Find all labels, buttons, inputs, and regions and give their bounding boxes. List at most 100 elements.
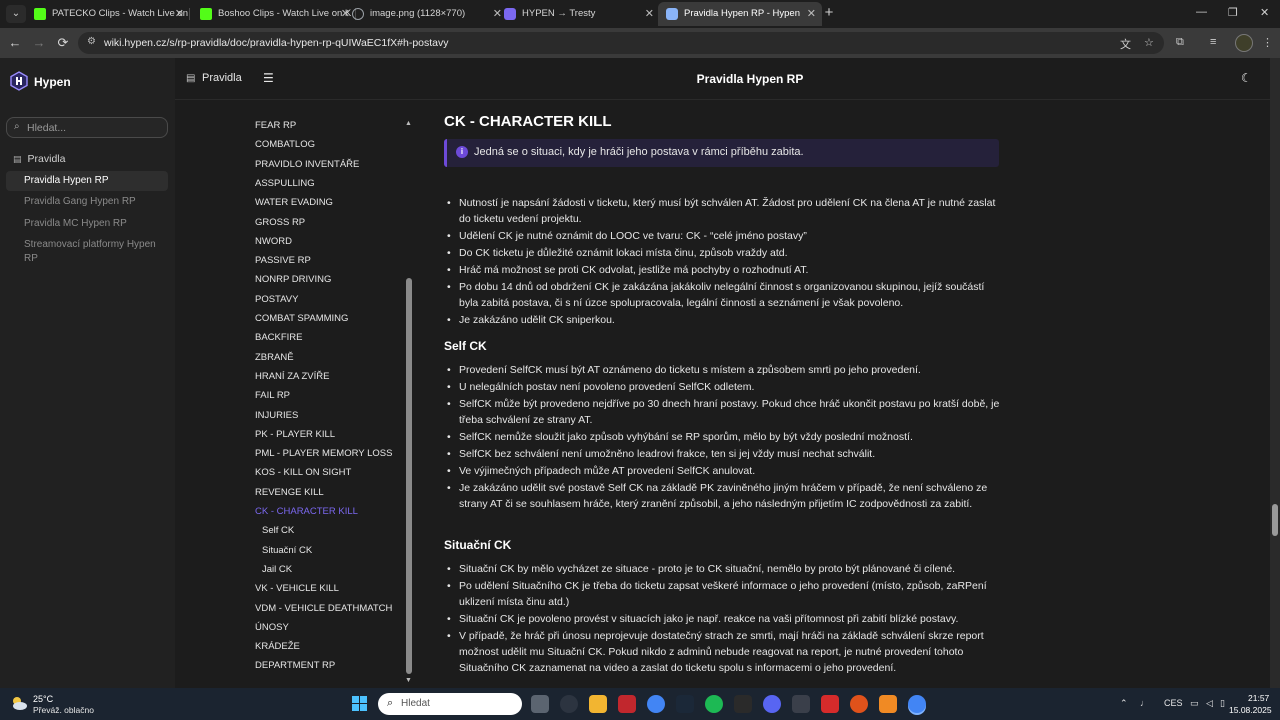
toc-item[interactable]: PASSIVE RP [255,255,311,266]
address-bar[interactable]: ⚙ wiki.hypen.cz/s/rp-pravidla/doc/pravid… [78,32,1164,54]
toc-item[interactable]: NONRP DRIVING [255,274,331,285]
sidebar-section-pravidla[interactable]: ▤ Pravidla [13,153,65,165]
cloud-weather-icon[interactable] [10,695,28,711]
toc-item[interactable]: VK - VEHICLE KILL [255,583,339,594]
toc-item[interactable]: FAIL RP [255,390,290,401]
toc-item[interactable]: KOS - KILL ON SIGHT [255,467,351,478]
profile-avatar[interactable] [1235,34,1253,52]
new-tab-button[interactable]: + [822,4,836,21]
file-explorer-icon[interactable] [589,695,607,713]
forward-button[interactable]: → [31,35,47,51]
toc-item[interactable]: WATER EVADING [255,197,333,208]
search-input[interactable] [27,120,163,135]
weather-temperature[interactable]: 25°C [33,694,53,704]
start-button[interactable] [352,696,368,712]
clock-time[interactable]: 21:57 [1248,693,1269,703]
back-button[interactable]: ← [7,35,23,51]
toc-item[interactable]: Jail CK [262,564,292,575]
toc-item[interactable]: COMBATLOG [255,139,315,150]
app-red-icon[interactable] [618,695,636,713]
tab-patecko-clips[interactable]: PATECKO Clips - Watch Live on ✕ [26,2,190,26]
toc-item[interactable]: POSTAVY [255,294,298,305]
url-text[interactable]: wiki.hypen.cz/s/rp-pravidla/doc/pravidla… [104,32,449,54]
extensions-icon[interactable]: ⧉ [1176,36,1184,49]
sidebar-item-pravidla-mc[interactable]: Pravidla MC Hypen RP [6,217,168,231]
epic-games-icon[interactable] [734,695,752,713]
scroll-up-arrow-icon[interactable]: ▲ [405,120,412,127]
page-scrollbar[interactable] [1270,58,1280,688]
weather-description[interactable]: Převáž. oblačno [33,705,94,715]
toc-item[interactable]: DEPARTMENT RP [255,660,335,671]
toc-item[interactable]: VDM - VEHICLE DEATHMATCH [255,603,392,614]
toc-item[interactable]: REVENGE KILL [255,487,324,498]
toc-item[interactable]: ASSPULLING [255,178,315,189]
toc-item[interactable]: ÚNOSY [255,622,289,633]
translate-icon[interactable]: 文 [1120,36,1131,52]
toc-item[interactable]: BACKFIRE [255,332,303,343]
minimize-button[interactable]: — [1196,6,1207,18]
tab-image-png[interactable]: image.png (1128×770) ✕ [344,2,508,26]
site-info-icon[interactable]: ⚙ [87,36,96,47]
tray-overflow-icon[interactable]: ⌃ [1120,698,1128,709]
battery-icon[interactable]: ▯ [1220,698,1225,709]
steam-icon[interactable] [676,695,694,713]
breadcrumb-space[interactable]: Pravidla [202,72,242,84]
toc-item[interactable]: INJURIES [255,410,298,421]
toc-item[interactable]: GROSS RP [255,217,305,228]
reload-button[interactable]: ⟳ [55,35,71,51]
toc-scrollbar-thumb[interactable] [406,278,412,674]
toc-item[interactable]: FEAR RP [255,120,296,131]
volume-icon[interactable]: ◁ [1206,698,1213,709]
toc-scrollbar[interactable]: ▲ ▼ [405,120,413,684]
scroll-down-arrow-icon[interactable]: ▼ [405,677,412,684]
toc-item[interactable]: HRANÍ ZA ZVÍŘE [255,371,329,382]
menu-toggle-button[interactable]: ☰ [263,71,274,85]
chrome-icon[interactable] [647,695,665,713]
tab-search-button[interactable]: ⌄ [6,5,26,23]
toc-item[interactable]: CK - CHARACTER KILL [255,506,358,517]
brand-name[interactable]: Hypen [34,75,71,89]
tab-close-icon[interactable]: ✕ [807,2,816,26]
clock-date[interactable]: 15.08.2025 [1229,705,1272,715]
app-a-icon[interactable] [879,695,897,713]
toc-item[interactable]: PRAVIDLO INVENTÁŘE [255,159,359,170]
github-icon[interactable] [560,695,578,713]
page-scrollbar-thumb[interactable] [1272,504,1278,536]
tab-pravidla-hypen-rp[interactable]: Pravidla Hypen RP - Hypen ✕ [658,2,822,26]
rule-item: Ve výjimečných případech může AT provede… [444,463,1004,479]
app-dark-icon[interactable] [792,695,810,713]
bookmark-star-icon[interactable]: ☆ [1144,36,1154,49]
sidebar-item-pravidla-hypen-rp[interactable]: Pravidla Hypen RP [6,171,168,191]
task-view-icon[interactable] [531,695,549,713]
rockstar-icon[interactable] [821,695,839,713]
toc-item[interactable]: PML - PLAYER MEMORY LOSS [255,448,392,459]
chrome-menu-icon[interactable]: ⋮ [1262,36,1273,49]
search-box[interactable]: ⌕ [6,117,168,138]
toc-item[interactable]: ZBRANĚ [255,352,294,363]
toc-item[interactable]: NWORD [255,236,292,247]
tab-hypen-tresty[interactable]: HYPEN → Tresty ✕ [496,2,660,26]
toc-item[interactable]: Situační CK [262,545,312,556]
tab-close-icon[interactable]: ✕ [175,2,184,26]
taskbar-search[interactable]: ⌕ Hledat [378,693,522,715]
restore-button[interactable]: ❐ [1228,6,1238,19]
sidebar-item-pravidla-gang[interactable]: Pravidla Gang Hypen RP [6,195,168,209]
microphone-icon[interactable]: ♩ [1140,698,1149,708]
theme-toggle-moon-icon[interactable]: ☾ [1241,71,1252,85]
network-icon[interactable]: ▭ [1190,698,1199,709]
input-language[interactable]: CES [1164,698,1183,708]
chrome-active-icon[interactable] [908,695,926,713]
sidebar-item-streamovaci[interactable]: Streamovací platformy Hypen RP [6,238,156,266]
tab-close-icon[interactable]: ✕ [645,2,654,26]
toc-item[interactable]: PK - PLAYER KILL [255,429,335,440]
situacni-ck-rules-list: Situační CK by mělo vycházet ze situace … [444,561,1004,677]
toc-item[interactable]: KRÁDEŽE [255,641,300,652]
toc-item[interactable]: COMBAT SPAMMING [255,313,348,324]
spotify-icon[interactable] [705,695,723,713]
toc-item[interactable]: Self CK [262,525,294,536]
app-orange-icon[interactable] [850,695,868,713]
close-window-button[interactable]: ✕ [1260,6,1269,19]
media-controls-icon[interactable]: ≡ [1210,36,1216,48]
tab-boshoo-clips[interactable]: Boshoo Clips - Watch Live on K ✕ [192,2,356,26]
discord-icon[interactable] [763,695,781,713]
